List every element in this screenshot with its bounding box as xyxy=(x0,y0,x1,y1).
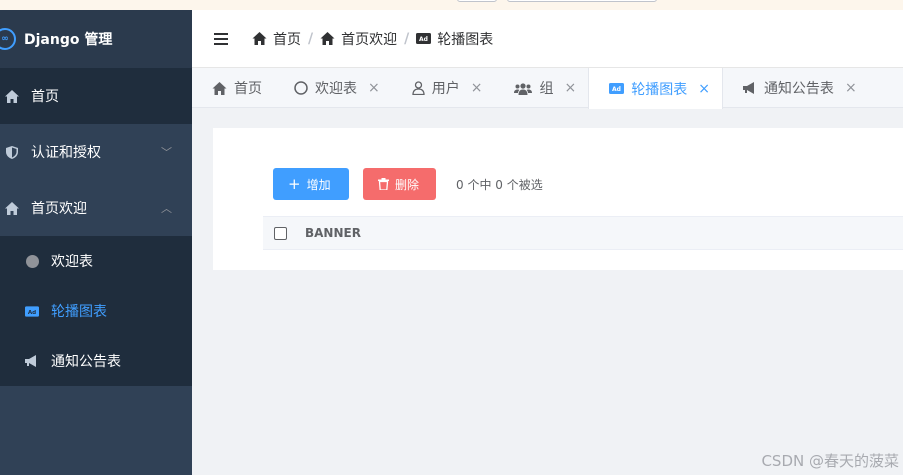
bullhorn-icon xyxy=(742,82,757,94)
tab-label: 通知公告表 xyxy=(763,81,834,97)
logo: ∞ Django 管理 xyxy=(0,10,192,68)
users-icon xyxy=(514,82,533,95)
top-strip-box xyxy=(507,0,657,2)
tab-banner-table[interactable]: Ad 轮播图表 × xyxy=(588,68,723,109)
breadcrumb-separator: / xyxy=(308,30,314,47)
sidebar-item-label: 欢迎表 xyxy=(51,254,93,270)
sidebar-item-label: 首页 xyxy=(31,89,59,105)
delete-button-label: 删除 xyxy=(395,177,420,192)
tab-bar: 首页 欢迎表 × 用户 × 组 × Ad 轮播图表 × 通知公告表 × xyxy=(192,68,903,109)
tab-label: 轮播图表 xyxy=(631,81,688,98)
breadcrumb-item: Ad 轮播图表 xyxy=(416,29,493,49)
submenu-welcome: 欢迎表 Ad 轮播图表 通知公告表 xyxy=(0,236,192,386)
svg-text:Ad: Ad xyxy=(419,36,428,43)
close-icon[interactable]: × xyxy=(845,80,857,96)
sidebar-item-home[interactable]: 首页 xyxy=(0,68,192,124)
ad-icon: Ad xyxy=(609,83,625,94)
home-icon xyxy=(5,89,19,103)
breadcrumb-separator: / xyxy=(404,30,410,47)
sidebar: ∞ Django 管理 首页 认证和授权 ﹀ 首页欢迎 ︿ 欢迎表 Ad 轮播图… xyxy=(0,10,192,475)
bullhorn-icon xyxy=(25,355,39,367)
home-icon xyxy=(5,201,19,215)
close-icon[interactable]: × xyxy=(698,81,710,97)
menu-toggle-icon[interactable] xyxy=(214,32,228,45)
home-icon xyxy=(320,32,335,45)
delete-button[interactable]: 删除 xyxy=(363,168,436,200)
sidebar-item-notice-table[interactable]: 通知公告表 xyxy=(0,336,192,386)
tab-label: 首页 xyxy=(234,81,262,97)
home-icon xyxy=(212,81,227,95)
tab-notice-table[interactable]: 通知公告表 × xyxy=(723,68,869,108)
content-card: + 增加 删除 0 个中 0 个被选 BANNER xyxy=(213,128,903,270)
trash-icon xyxy=(378,178,389,190)
circle-icon xyxy=(25,254,39,268)
sidebar-item-welcome-table[interactable]: 欢迎表 xyxy=(0,236,192,286)
tab-groups[interactable]: 组 × xyxy=(494,68,588,108)
logo-icon: ∞ xyxy=(0,28,16,50)
tab-label: 用户 xyxy=(431,81,460,97)
header: 首页 / 首页欢迎 / Ad 轮播图表 xyxy=(192,10,903,68)
breadcrumb-label: 首页 xyxy=(273,31,301,48)
sidebar-item-label: 轮播图表 xyxy=(51,304,107,320)
sidebar-item-welcome[interactable]: 首页欢迎 ︿ xyxy=(0,180,192,236)
sidebar-item-label: 首页欢迎 xyxy=(31,201,87,217)
breadcrumb-item[interactable]: 首页 xyxy=(252,29,301,49)
breadcrumb-item[interactable]: 首页欢迎 xyxy=(320,29,397,49)
tab-welcome-table[interactable]: 欢迎表 × xyxy=(274,68,392,108)
top-banner-strip xyxy=(0,0,903,10)
plus-icon: + xyxy=(288,174,301,193)
select-all-checkbox[interactable] xyxy=(274,226,287,240)
close-icon[interactable]: × xyxy=(471,80,483,96)
ad-icon: Ad xyxy=(25,305,39,317)
sidebar-item-label: 认证和授权 xyxy=(31,145,101,161)
table-header: BANNER xyxy=(263,216,903,250)
watermark: CSDN @春天的菠菜 xyxy=(761,452,899,470)
ad-icon: Ad xyxy=(416,33,432,44)
tab-label: 欢迎表 xyxy=(315,81,357,97)
tab-home[interactable]: 首页 xyxy=(192,68,274,108)
tab-users[interactable]: 用户 × xyxy=(392,68,495,108)
user-icon xyxy=(412,81,425,95)
toolbar: + 增加 删除 0 个中 0 个被选 xyxy=(273,168,543,200)
top-strip-box xyxy=(457,0,497,2)
selection-count: 0 个中 0 个被选 xyxy=(456,177,543,192)
breadcrumb: 首页 / 首页欢迎 / Ad 轮播图表 xyxy=(252,29,493,49)
svg-text:Ad: Ad xyxy=(28,309,36,315)
chevron-down-icon: ﹀ xyxy=(161,146,172,159)
breadcrumb-label: 轮播图表 xyxy=(437,31,494,48)
shield-icon xyxy=(5,145,19,159)
add-button-label: 增加 xyxy=(306,177,331,192)
svg-text:Ad: Ad xyxy=(612,86,621,93)
chevron-up-icon: ︿ xyxy=(161,202,172,215)
home-icon xyxy=(252,32,267,45)
circle-outline-icon xyxy=(294,81,308,95)
sidebar-item-auth[interactable]: 认证和授权 ﹀ xyxy=(0,124,192,180)
close-icon[interactable]: × xyxy=(368,80,380,96)
sidebar-item-label: 通知公告表 xyxy=(51,354,121,370)
breadcrumb-label: 首页欢迎 xyxy=(341,31,398,48)
add-button[interactable]: + 增加 xyxy=(273,168,349,200)
close-icon[interactable]: × xyxy=(564,80,576,96)
tab-label: 组 xyxy=(539,81,554,97)
column-header-banner[interactable]: BANNER xyxy=(305,226,361,240)
logo-text: Django 管理 xyxy=(24,32,113,48)
sidebar-item-banner-table[interactable]: Ad 轮播图表 xyxy=(0,286,192,336)
